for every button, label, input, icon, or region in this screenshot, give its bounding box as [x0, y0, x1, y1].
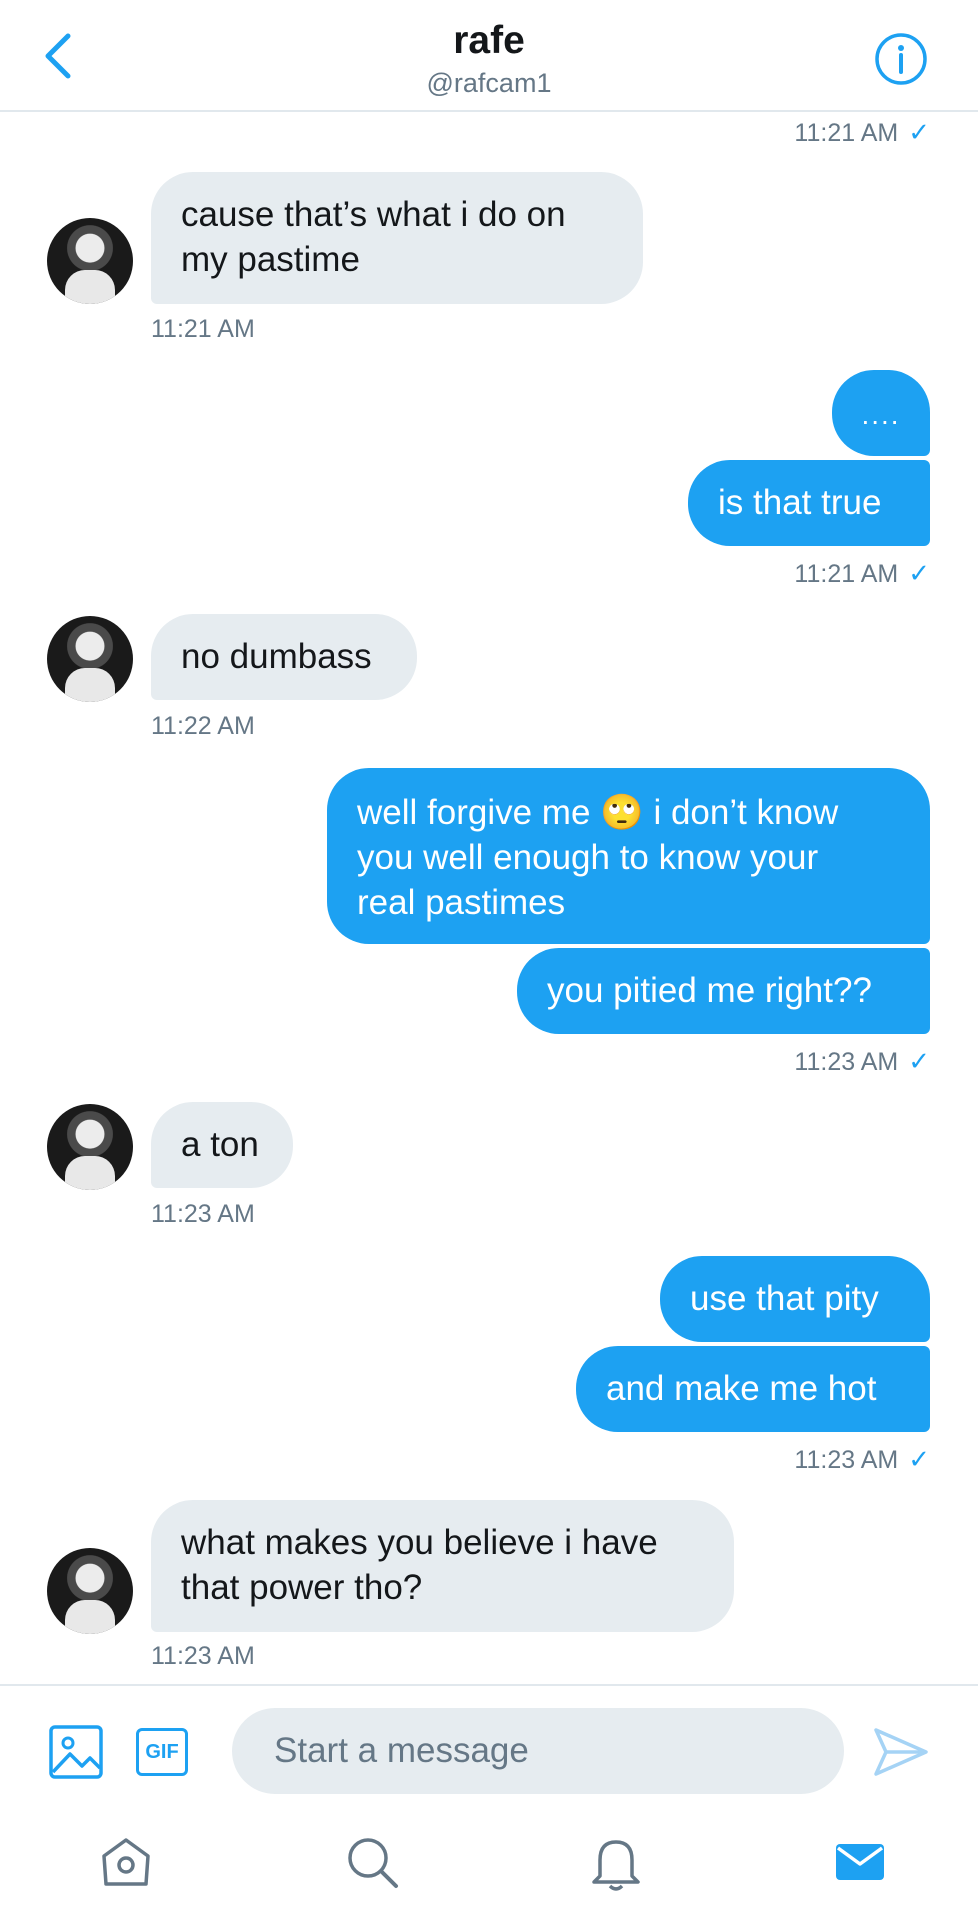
message-text: ....	[861, 399, 901, 430]
search-icon[interactable]	[342, 1832, 402, 1892]
incoming-message-bubble[interactable]: a ton	[151, 1102, 293, 1188]
contact-name: rafe	[453, 19, 525, 62]
outgoing-message-bubble[interactable]: and make me hot	[576, 1346, 930, 1432]
message-timestamp: 11:21 AM	[151, 315, 255, 343]
outgoing-message-bubble[interactable]: use that pity	[660, 1256, 930, 1342]
avatar[interactable]	[47, 218, 133, 304]
image-icon[interactable]	[48, 1724, 104, 1780]
info-icon[interactable]	[874, 32, 928, 86]
incoming-message-bubble[interactable]: cause that’s what i do on my pastime	[151, 172, 643, 304]
incoming-message-bubble[interactable]: what makes you believe i have that power…	[151, 1500, 734, 1632]
home-icon[interactable]	[96, 1832, 156, 1892]
bottom-tab-bar	[0, 1794, 978, 1920]
message-timestamp: 11:21 AM ✓	[794, 558, 930, 588]
bell-icon[interactable]	[586, 1832, 646, 1892]
mail-icon[interactable]	[830, 1832, 890, 1892]
message-text: no dumbass	[181, 637, 372, 676]
incoming-message-bubble[interactable]: no dumbass	[151, 614, 417, 700]
message-text: and make me hot	[606, 1369, 877, 1408]
message-text-line: real pastimes	[357, 883, 566, 922]
message-timestamp: 11:22 AM	[151, 712, 255, 740]
send-icon[interactable]	[872, 1724, 930, 1780]
read-check-icon: ✓	[908, 558, 930, 588]
message-timestamp: 11:23 AM	[151, 1200, 255, 1228]
message-list[interactable]: 11:21 AM ✓ cause that’s what i do on my p…	[0, 112, 978, 1684]
read-check-icon: ✓	[908, 1444, 930, 1474]
gif-button[interactable]: GIF	[136, 1728, 188, 1776]
outgoing-message-bubble[interactable]: is that true	[688, 460, 930, 546]
message-text-line: well forgive me 🙄 i don’t know	[357, 793, 839, 832]
message-text: you pitied me right??	[547, 971, 872, 1010]
message-timestamp: 11:23 AM ✓	[794, 1444, 930, 1474]
message-composer: GIF	[0, 1684, 978, 1796]
contact-handle: @rafcam1	[426, 68, 552, 98]
message-text: is that true	[718, 483, 882, 522]
outgoing-message-bubble[interactable]: well forgive me 🙄 i don’t know you well …	[327, 768, 930, 944]
message-text-line: you well enough to know your	[357, 838, 819, 877]
conversation-header: rafe @rafcam1	[0, 0, 978, 112]
avatar[interactable]	[47, 1104, 133, 1190]
message-timestamp: 11:21 AM ✓	[794, 117, 930, 147]
contact-title-block[interactable]: rafe @rafcam1	[0, 18, 978, 100]
message-timestamp: 11:23 AM	[151, 1642, 255, 1670]
message-text-line: cause that’s what i do on	[181, 195, 566, 234]
message-text: a ton	[181, 1125, 259, 1164]
message-text: use that pity	[690, 1279, 879, 1318]
message-timestamp: 11:23 AM ✓	[794, 1046, 930, 1076]
avatar[interactable]	[47, 1548, 133, 1634]
outgoing-message-bubble[interactable]: ....	[832, 370, 930, 456]
message-text-line: my pastime	[181, 240, 360, 279]
message-text-line: what makes you believe i have	[181, 1523, 658, 1562]
read-check-icon: ✓	[908, 1046, 930, 1076]
avatar[interactable]	[47, 616, 133, 702]
message-input[interactable]	[232, 1708, 844, 1794]
outgoing-message-bubble[interactable]: you pitied me right??	[517, 948, 930, 1034]
read-check-icon: ✓	[908, 117, 930, 147]
message-text-line: that power tho?	[181, 1568, 423, 1607]
